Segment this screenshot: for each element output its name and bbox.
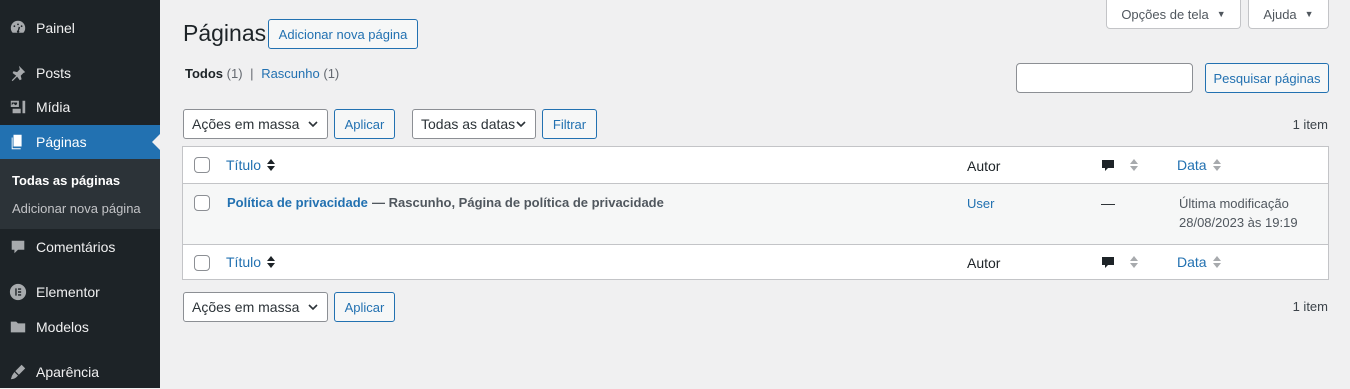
date-value: 28/08/2023 às 19:19 [1179,215,1298,230]
status-views: Todos (1) | Rascunho (1) [185,66,339,81]
pin-icon [8,63,28,83]
sidebar-item-label: Painel [36,20,75,36]
pages-submenu: Todas as páginas Adicionar nova página [0,159,160,229]
sidebar-item-posts[interactable]: Posts [0,56,160,90]
sort-icon [267,159,276,171]
submenu-add-new-page[interactable]: Adicionar nova página [12,201,141,216]
date-label: Última modificação [1179,196,1289,211]
view-all-link[interactable]: Todos [185,66,223,81]
help-label: Ajuda [1263,6,1297,22]
column-title-label: Título [226,157,262,173]
add-new-page-button[interactable]: Adicionar nova página [268,19,418,49]
brush-icon [8,362,28,382]
column-date-sort[interactable]: Data [1177,254,1221,270]
items-count: 1 item [1292,117,1328,132]
comments-value: — [1101,195,1115,211]
help-button[interactable]: Ajuda ▼ [1248,0,1329,29]
column-date-label: Data [1177,157,1207,173]
row-checkbox[interactable] [194,195,210,211]
sort-icon [267,256,276,268]
sort-icon [1212,256,1221,268]
caret-down-icon: ▼ [1216,9,1226,19]
column-title-sort[interactable]: Título [226,254,276,270]
search-pages-button[interactable]: Pesquisar páginas [1205,63,1329,93]
pages-table: Título Autor Data Política de privacidad… [182,146,1329,280]
sidebar-item-paginas[interactable]: Páginas [0,125,160,159]
author-link[interactable]: User [967,196,994,211]
dashboard-icon [8,18,28,38]
sort-icon[interactable] [1130,158,1138,172]
bulk-actions-value: Ações em massa [192,116,300,132]
sidebar-item-modelos[interactable]: Modelos [0,310,160,344]
bulk-actions-select-bottom[interactable]: Ações em massa [183,292,328,322]
sidebar-item-label: Páginas [36,134,87,150]
view-all-count: (1) [226,66,243,81]
column-title-sort[interactable]: Título [226,157,276,173]
sidebar-item-comentarios[interactable]: Comentários [0,230,160,264]
column-date-sort[interactable]: Data [1177,157,1221,173]
table-header-row: Título Autor Data [183,147,1328,184]
sidebar-item-label: Posts [36,65,72,81]
items-count-bottom: 1 item [1292,299,1328,314]
date-filter-value: Todas as datas [421,116,516,132]
apply-button-bottom[interactable]: Aplicar [334,292,395,322]
table-row: Política de privacidade — Rascunho, Pági… [183,184,1328,245]
comment-icon [8,237,28,257]
page-title: Páginas [183,20,267,46]
comment-icon [1102,257,1114,268]
sidebar-item-painel[interactable]: Painel [0,11,160,45]
chevron-down-icon [308,121,318,128]
view-separator: | [250,66,254,81]
folder-icon [8,317,28,337]
screen-options-label: Opções de tela [1121,6,1209,22]
date-filter-select[interactable]: Todas as datas [412,109,536,139]
sort-icon[interactable] [1130,255,1138,269]
sort-icon [1212,159,1221,171]
sidebar-item-aparencia[interactable]: Aparência [0,355,160,389]
column-author-label: Autor [967,158,1001,174]
sidebar-item-midia[interactable]: Mídia [0,90,160,124]
select-all-checkbox[interactable] [194,157,210,173]
table-footer-row: Título Autor Data [183,244,1328,280]
search-input[interactable] [1016,63,1193,93]
chevron-down-icon [516,121,526,128]
caret-down-icon: ▼ [1304,9,1314,19]
apply-button[interactable]: Aplicar [334,109,395,139]
column-date-label: Data [1177,254,1207,270]
sidebar-item-label: Elementor [36,284,100,300]
screen-options-button[interactable]: Opções de tela ▼ [1106,0,1241,29]
sidebar-item-label: Comentários [36,239,116,255]
bulk-actions-select[interactable]: Ações em massa [183,109,328,139]
select-all-checkbox[interactable] [194,255,210,271]
sidebar-item-elementor[interactable]: Elementor [0,275,160,309]
page-title-link[interactable]: Política de privacidade [227,195,368,210]
media-icon [8,97,28,117]
sidebar-item-label: Mídia [36,99,71,115]
view-draft-link[interactable]: Rascunho [261,66,320,81]
submenu-all-pages[interactable]: Todas as páginas [12,173,120,188]
column-title-label: Título [226,254,262,270]
pages-icon [8,132,28,152]
chevron-down-icon [308,304,318,311]
filter-button[interactable]: Filtrar [542,109,597,139]
column-author-label: Autor [967,255,1001,271]
page-state: — Rascunho, Página de política de privac… [372,195,664,210]
sidebar-item-label: Aparência [36,364,100,380]
bulk-actions-value: Ações em massa [192,299,300,315]
sidebar-item-label: Modelos [36,319,89,335]
admin-sidebar: Painel Posts Mídia Páginas Todas as pági… [0,0,160,388]
view-draft-count: (1) [323,66,340,81]
elementor-icon [8,282,28,302]
comment-icon [1102,160,1114,171]
